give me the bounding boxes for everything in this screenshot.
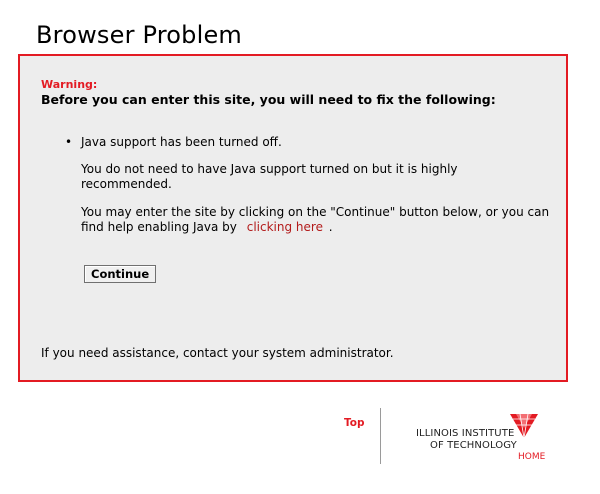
home-link[interactable]: HOME	[518, 452, 545, 462]
issue-help: You may enter the site by clicking on th…	[81, 205, 551, 235]
warning-panel: Warning: Before you can enter this site,…	[18, 54, 568, 382]
enable-java-help-link[interactable]: clicking here	[247, 220, 323, 234]
issue-note: You do not need to have Java support tur…	[81, 162, 458, 191]
page-title: Browser Problem	[36, 21, 243, 49]
top-link[interactable]: Top	[344, 417, 365, 429]
assistance-text: If you need assistance, contact your sys…	[41, 346, 394, 360]
iit-logo[interactable]: ILLINOIS INSTITUTE OF TECHNOLOGY HOME	[408, 410, 558, 466]
warning-label: Warning:	[41, 78, 98, 91]
footer-divider	[380, 408, 381, 464]
logo-text-line1: ILLINOIS INSTITUTE	[416, 428, 515, 439]
warning-heading: Before you can enter this site, you will…	[41, 92, 496, 107]
bullet-icon: •	[65, 135, 73, 149]
continue-button[interactable]: Continue	[84, 265, 157, 283]
logo-text-line2: OF TECHNOLOGY	[430, 440, 517, 451]
issue-title: Java support has been turned off.	[81, 135, 282, 149]
help-text-end: .	[328, 220, 333, 234]
